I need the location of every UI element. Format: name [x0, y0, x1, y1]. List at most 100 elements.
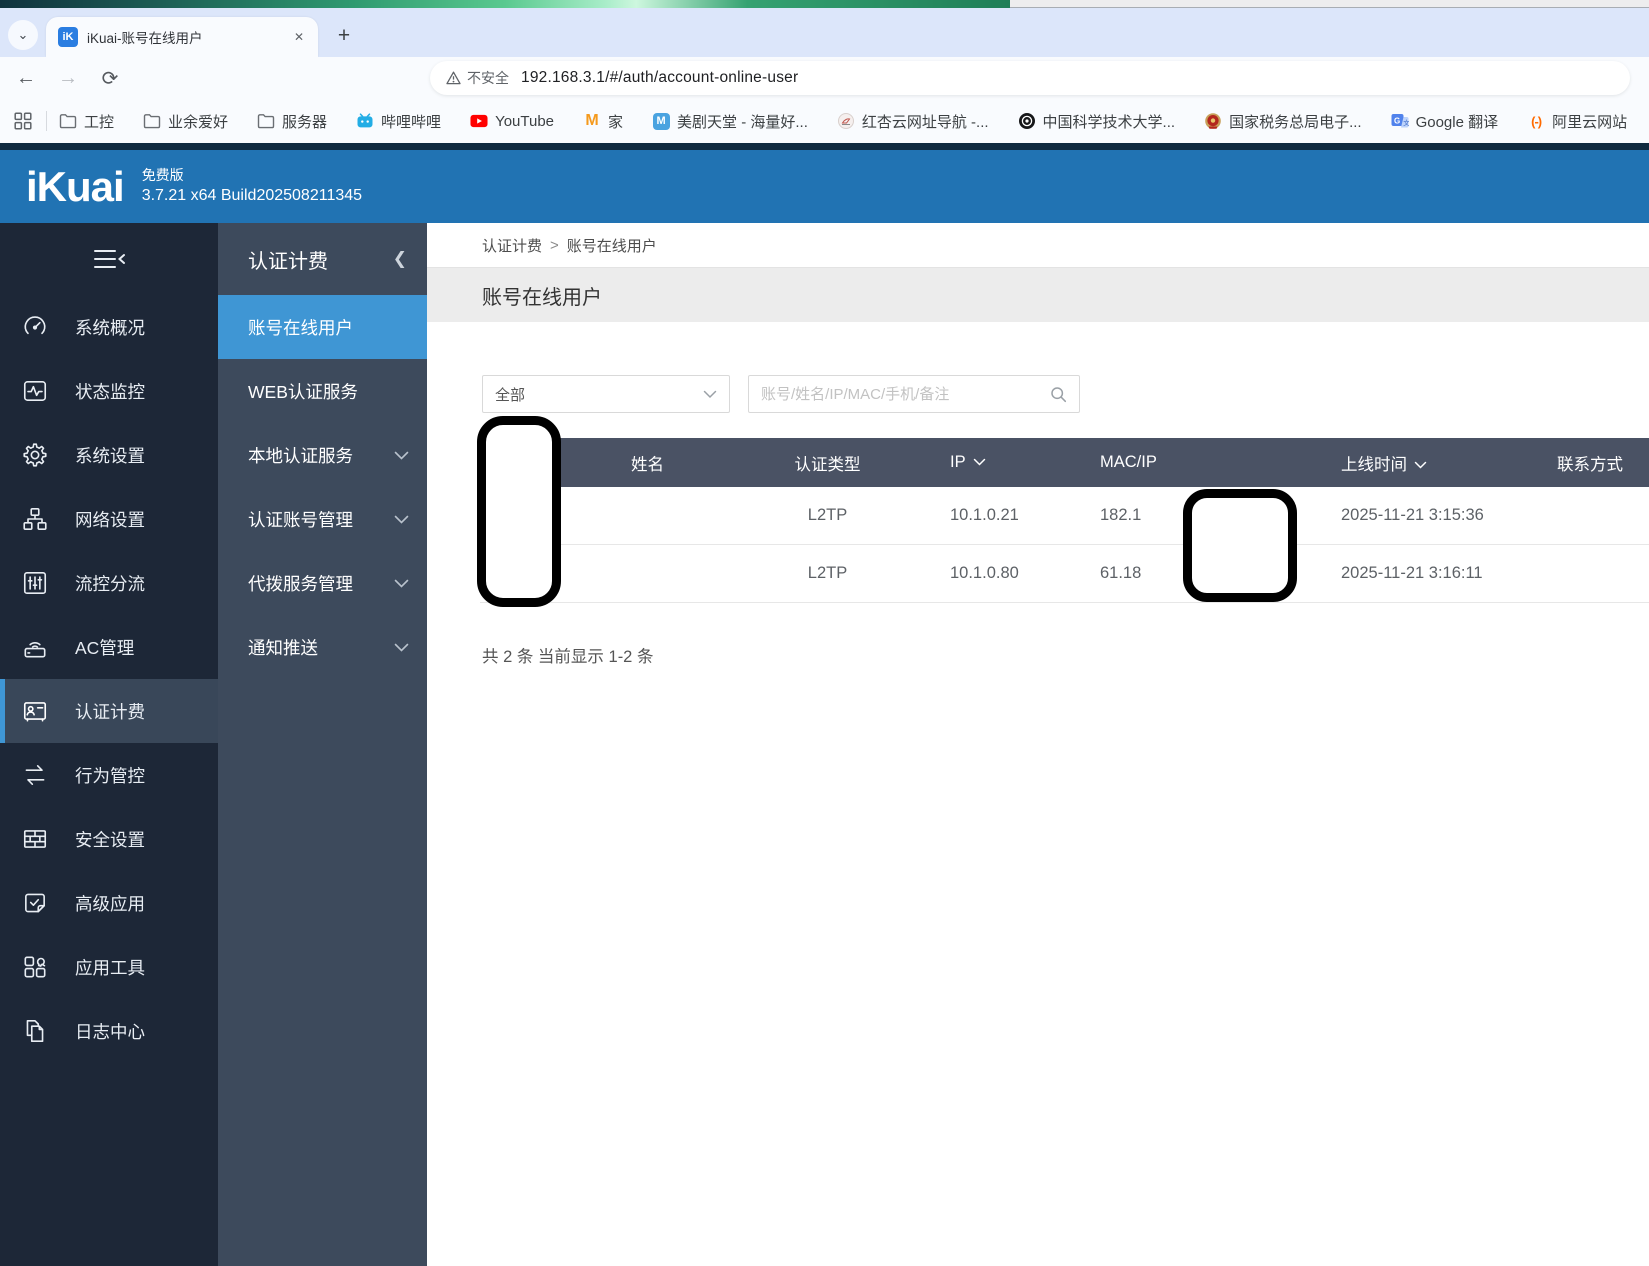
col-header-auth-type: 认证类型	[705, 451, 950, 475]
submenu-label: 代拨服务管理	[248, 571, 394, 596]
forward-button[interactable]: →	[52, 62, 84, 94]
desktop-wallpaper-strip	[0, 0, 1010, 8]
sidebar-item-label: 流控分流	[75, 571, 145, 596]
submenu-item-dial-service[interactable]: 代拨服务管理	[218, 551, 427, 615]
bookmark-hobby[interactable]: 业余爱好	[143, 111, 228, 132]
arrows-icon	[21, 761, 53, 789]
hamburger-icon	[89, 246, 129, 272]
submenu-item-web-auth[interactable]: WEB认证服务	[218, 359, 427, 423]
cell-auth-type: L2TP	[705, 506, 950, 525]
bookmark-label: 家	[608, 111, 623, 132]
redaction-box-mac-ip	[1183, 489, 1297, 602]
new-tab-button[interactable]: +	[330, 22, 358, 50]
tab-title: iKuai-账号在线用户	[87, 27, 290, 47]
chevron-down-icon	[394, 515, 409, 524]
sidebar-item-security-settings[interactable]: 安全设置	[0, 807, 218, 871]
youtube-icon	[470, 112, 488, 130]
app-header: iKuai 免费版 3.7.21 x64 Build202508211345	[0, 150, 1649, 223]
sidebar-item-status-monitor[interactable]: 状态监控	[0, 359, 218, 423]
search-box	[748, 375, 1080, 413]
sort-icon[interactable]	[973, 458, 986, 466]
m-home-icon: M	[583, 112, 601, 130]
sidebar-item-label: 状态监控	[75, 379, 145, 404]
panel-collapse-icon[interactable]: ❮	[393, 249, 407, 269]
online-users-table: 姓名 认证类型 IP MAC/IP 上线时间 联系方式 L2TP 10.1.0.…	[480, 438, 1649, 603]
folder-icon	[59, 112, 77, 130]
bookmark-ustc[interactable]: 中国科学技术大学...	[1018, 111, 1176, 132]
folder-icon	[143, 112, 161, 130]
table-row[interactable]: L2TP 10.1.0.21 182.1 2025-11-21 3:15:36	[480, 487, 1649, 545]
col-header-ip[interactable]: IP	[950, 453, 1080, 472]
sidebar-item-log-center[interactable]: 日志中心	[0, 999, 218, 1063]
apps-grid-icon[interactable]	[14, 112, 32, 130]
reload-button[interactable]: ⟳	[94, 62, 126, 94]
sidebar-collapse-button[interactable]	[0, 223, 218, 295]
col-header-name: 姓名	[590, 451, 705, 475]
bookmark-label: 美剧天堂 - 海量好...	[677, 111, 808, 132]
submenu-item-account-online-users[interactable]: 账号在线用户	[218, 295, 427, 359]
cell-online-time: 2025-11-21 3:15:36	[1330, 506, 1550, 525]
browser-tab-strip: ⌄ iK iKuai-账号在线用户 ✕ +	[0, 8, 1649, 57]
sidebar-item-label: 网络设置	[75, 507, 145, 532]
table-row[interactable]: L2TP 10.1.0.80 61.18 2025-11-21 3:16:11	[480, 545, 1649, 603]
bookmark-label: 中国科学技术大学...	[1043, 111, 1176, 132]
search-icon[interactable]	[1050, 386, 1067, 403]
bookmark-google-translate[interactable]: G文 Google 翻译	[1391, 111, 1499, 132]
bookmark-bilibili[interactable]: 哔哩哔哩	[356, 111, 441, 132]
build-label: 3.7.21 x64 Build202508211345	[142, 185, 362, 207]
submenu-label: 本地认证服务	[248, 443, 394, 468]
sidebar-item-traffic-control[interactable]: 流控分流	[0, 551, 218, 615]
sidebar-item-system-settings[interactable]: 系统设置	[0, 423, 218, 487]
sidebar-item-auth-billing[interactable]: 认证计费	[0, 679, 218, 743]
bookmark-label: 工控	[84, 111, 114, 132]
bookmark-tax[interactable]: 国家税务总局电子...	[1204, 111, 1362, 132]
sidebar-item-behavior-control[interactable]: 行为管控	[0, 743, 218, 807]
security-label: 不安全	[467, 68, 509, 88]
breadcrumb: 认证计费 > 账号在线用户	[427, 223, 1649, 268]
site-security-chip[interactable]: 不安全	[446, 68, 521, 88]
bookmark-gongkong[interactable]: 工控	[59, 111, 114, 132]
google-translate-icon: G文	[1391, 112, 1409, 130]
submenu-item-local-auth[interactable]: 本地认证服务	[218, 423, 427, 487]
breadcrumb-separator: >	[550, 237, 559, 254]
record-count: 共 2 条 当前显示 1-2 条	[482, 643, 653, 667]
bookmark-label: 国家税务总局电子...	[1229, 111, 1362, 132]
submenu-item-notifications[interactable]: 通知推送	[218, 615, 427, 679]
type-filter-select[interactable]: 全部	[482, 375, 730, 413]
tab-search-button[interactable]: ⌄	[8, 20, 38, 50]
bookmark-aliyun[interactable]: (-) 阿里云网站	[1527, 111, 1627, 132]
bookmark-m-home[interactable]: M 家	[583, 111, 623, 132]
sidebar-item-system-overview[interactable]: 系统概况	[0, 295, 218, 359]
back-button[interactable]: ←	[10, 62, 42, 94]
sort-icon[interactable]	[1414, 461, 1427, 469]
bookmark-label: 服务器	[282, 111, 327, 132]
bookmark-meiju[interactable]: M 美剧天堂 - 海量好...	[652, 111, 808, 132]
window-divider	[0, 143, 1649, 150]
sidebar-item-app-tools[interactable]: 应用工具	[0, 935, 218, 999]
secondary-title: 认证计费	[248, 245, 393, 274]
cell-online-time: 2025-11-21 3:16:11	[1330, 564, 1550, 583]
col-header-online-time[interactable]: 上线时间	[1330, 451, 1550, 475]
main-content: 认证计费 > 账号在线用户 账号在线用户 全部 姓名 认证类型 IP MAC/	[427, 223, 1649, 1266]
submenu-item-auth-accounts[interactable]: 认证账号管理	[218, 487, 427, 551]
sidebar-item-network-settings[interactable]: 网络设置	[0, 487, 218, 551]
submenu-label: 通知推送	[248, 635, 394, 660]
redaction-box-account-column	[477, 416, 561, 607]
bookmark-youtube[interactable]: YouTube	[470, 112, 554, 130]
sidebar-item-ac-management[interactable]: AC管理	[0, 615, 218, 679]
browser-toolbar: ← → ⟳ 不安全 192.168.3.1/#/auth/account-onl…	[0, 57, 1649, 99]
breadcrumb-parent[interactable]: 认证计费	[482, 235, 542, 256]
search-input[interactable]	[761, 386, 1044, 403]
bookmarks-divider	[46, 111, 47, 131]
address-bar[interactable]: 不安全 192.168.3.1/#/auth/account-online-us…	[430, 61, 1630, 95]
bookmark-hongxing[interactable]: 红杏云网址导航 -...	[837, 111, 989, 132]
secondary-sidebar: 认证计费 ❮ 账号在线用户 WEB认证服务 本地认证服务 认证账号管理 代拨服务…	[218, 223, 427, 1266]
sidebar-item-label: 系统设置	[75, 443, 145, 468]
sidebar-item-advanced-apps[interactable]: 高级应用	[0, 871, 218, 935]
pages-icon	[21, 1017, 53, 1045]
bookmark-server[interactable]: 服务器	[257, 111, 327, 132]
chevron-down-icon	[394, 643, 409, 652]
chevron-down-icon	[394, 451, 409, 460]
browser-tab[interactable]: iK iKuai-账号在线用户 ✕	[46, 17, 318, 57]
tab-close-icon[interactable]: ✕	[290, 28, 308, 46]
